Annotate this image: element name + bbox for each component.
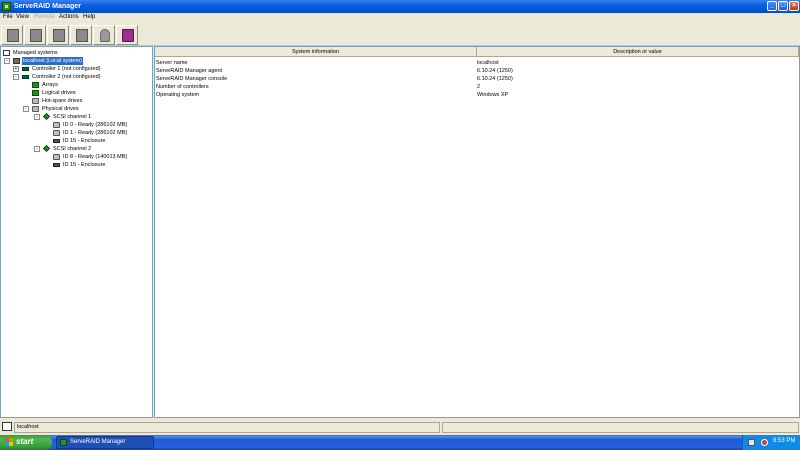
app-icon	[2, 2, 11, 11]
properties-icon	[76, 29, 88, 42]
status-bar: localhost	[0, 421, 800, 434]
maximize-button[interactable]: □	[778, 1, 788, 11]
start-button[interactable]: start	[0, 435, 52, 450]
physical-drives-icon	[32, 106, 39, 112]
add-system-icon	[7, 29, 19, 42]
collapse-icon[interactable]: -	[34, 146, 40, 152]
windows-flag-icon	[5, 438, 13, 446]
tree-item-label: Hot-spare drives	[42, 98, 83, 104]
info-row: Number of controllers 2	[155, 83, 799, 91]
info-row: Operating system Windows XP	[155, 91, 799, 99]
tree-item-label: SCSI channel 2	[53, 146, 92, 152]
info-key: Number of controllers	[156, 84, 209, 90]
collapse-icon[interactable]: -	[34, 114, 40, 120]
events-button[interactable]	[93, 25, 115, 45]
enclosure-icon	[53, 139, 60, 143]
window-title: ServeRAID Manager	[14, 3, 81, 10]
hard-disk-icon	[53, 154, 60, 160]
start-label: start	[16, 437, 34, 446]
info-value: 6.10.24 (1250)	[477, 76, 513, 82]
hard-disk-icon	[53, 130, 60, 136]
tree-root-label: Managed systems	[13, 50, 58, 56]
taskbar-app-serveraid[interactable]: ServeRAID Manager	[56, 436, 154, 449]
clock[interactable]: 8:53 PM	[773, 438, 795, 444]
scsi-channel-icon	[42, 144, 51, 153]
configure-button[interactable]	[47, 25, 69, 45]
collapse-icon[interactable]: -	[4, 58, 10, 64]
info-value: 6.10.24 (1250)	[477, 68, 513, 74]
expand-icon[interactable]: +	[13, 66, 19, 72]
help-button[interactable]	[116, 25, 138, 45]
menu-file[interactable]: File	[3, 14, 13, 20]
hot-spare-icon	[32, 98, 39, 104]
tree-item-label: Logical drives	[42, 90, 76, 96]
collapse-icon[interactable]: -	[23, 106, 29, 112]
close-button[interactable]: ×	[789, 1, 799, 11]
remove-system-icon	[30, 29, 42, 42]
tree-item-label: ID 1 - Ready (286102 MB)	[63, 130, 128, 136]
tree-item-label: SCSI channel 1	[53, 114, 92, 120]
collapse-icon[interactable]: -	[13, 74, 19, 80]
tree-item-label: Controller 2 (not configured)	[32, 74, 101, 80]
security-alert-icon[interactable]	[761, 439, 768, 446]
info-value: 2	[477, 84, 481, 90]
hard-disk-icon	[53, 122, 60, 128]
info-row: ServeRAID Manager console 6.10.24 (1250)	[155, 75, 799, 83]
menu-remote[interactable]: Remote	[34, 14, 55, 20]
info-row: ServeRAID Manager agent 6.10.24 (1250)	[155, 67, 799, 75]
info-key: Server name	[156, 60, 188, 66]
tree-item-label: Controller 1 (not configured)	[32, 66, 101, 72]
add-system-button[interactable]	[1, 25, 23, 45]
bell-icon	[100, 29, 110, 42]
properties-button[interactable]	[70, 25, 92, 45]
enclosure-icon	[53, 163, 60, 167]
info-row: Server name localhost	[155, 59, 799, 67]
minimize-button[interactable]: _	[767, 1, 777, 11]
controller-icon	[22, 67, 29, 71]
network-icon[interactable]	[748, 439, 755, 446]
column-header-description[interactable]: Description or value	[477, 47, 799, 57]
menu-view[interactable]: View	[16, 14, 29, 20]
tree-item-label: ID 15 - Enclosure	[63, 138, 106, 144]
status-field-secondary	[442, 422, 799, 433]
tree-item-label: ID 8 - Ready (140013 MB)	[63, 154, 128, 160]
logical-drive-icon	[32, 90, 39, 96]
title-bar: ServeRAID Manager _ □ ×	[0, 0, 800, 13]
info-key: ServeRAID Manager console	[156, 76, 228, 82]
info-value: localhost	[477, 60, 499, 66]
info-panel: System information Description or value …	[154, 46, 800, 418]
book-icon	[122, 29, 134, 42]
menu-bar: File View Remote Actions Help	[0, 13, 800, 23]
tree-item-label: Arrays	[42, 82, 58, 88]
managed-systems-icon	[3, 50, 10, 56]
managed-systems-icon	[2, 422, 12, 431]
system-tray: 8:53 PM	[742, 435, 800, 450]
taskbar-app-label: ServeRAID Manager	[70, 439, 126, 445]
taskbar: start ServeRAID Manager 8:53 PM	[0, 435, 800, 450]
tree-item-label: Physical drives	[42, 106, 79, 112]
server-icon	[13, 58, 20, 64]
info-key: ServeRAID Manager agent	[156, 68, 223, 74]
column-header-system-information[interactable]: System information	[155, 47, 477, 57]
info-table-header: System information Description or value	[155, 47, 799, 57]
configure-icon	[53, 29, 65, 42]
tree-panel[interactable]: Managed systems - localhost (Local syste…	[0, 46, 153, 418]
controller-icon	[22, 75, 29, 79]
tree-item-label: ID 15 - Enclosure	[63, 162, 106, 168]
app-icon	[60, 439, 67, 446]
info-value: Windows XP	[477, 92, 509, 98]
menu-actions[interactable]: Actions	[59, 14, 79, 20]
array-icon	[32, 82, 39, 88]
menu-help[interactable]: Help	[83, 14, 95, 20]
tree-item-label: localhost (Local system)	[22, 57, 83, 65]
scsi-channel-icon	[42, 112, 51, 121]
toolbar	[0, 23, 800, 46]
remove-system-button[interactable]	[24, 25, 46, 45]
info-key: Operating system	[156, 92, 200, 98]
status-text: localhost	[14, 422, 440, 433]
tree-item-label: ID 0 - Ready (286102 MB)	[63, 122, 128, 128]
